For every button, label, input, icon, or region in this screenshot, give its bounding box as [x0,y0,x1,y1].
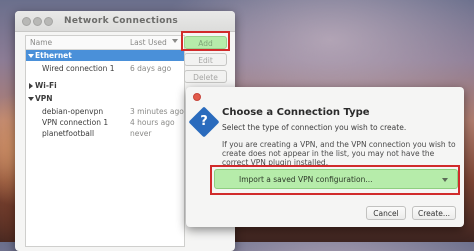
window-title: Network Connections [64,16,179,26]
nm-titlebar[interactable]: Network Connections [15,11,235,32]
dialog-body-text: If you are creating a VPN, and the VPN c… [222,140,456,167]
group-vpn[interactable]: VPN [26,93,184,104]
question-mark-glyph: ? [200,114,208,129]
list-header: Name Last Used [26,36,184,50]
close-dialog-icon[interactable] [193,93,201,101]
connection-last-used: 3 minutes ago [130,107,184,116]
cancel-button[interactable]: Cancel [366,206,406,220]
expanded-arrow-icon[interactable] [28,54,34,58]
sort-down-icon [172,39,178,43]
connection-last-used: 6 days ago [130,64,172,73]
connection-type-dialog: ? Choose a Connection Type Select the ty… [186,87,464,227]
list-item[interactable]: VPN connection 1 4 hours ago [26,117,184,128]
list-item[interactable]: planetfootball never [26,128,184,139]
connection-last-used: 4 hours ago [130,118,175,127]
connection-name: VPN connection 1 [42,118,109,127]
edit-button[interactable]: Edit [184,53,227,66]
connection-last-used: never [130,129,152,138]
select-highlight [210,165,460,195]
dialog-subtitle: Select the type of connection you wish t… [222,123,407,132]
group-label: VPN [35,94,53,103]
list-item[interactable]: debian-openvpn 3 minutes ago [26,106,184,117]
connection-name: Wired connection 1 [42,64,115,73]
group-label: Ethernet [35,51,72,60]
group-ethernet[interactable]: Ethernet [26,50,184,61]
connections-list[interactable]: Name Last Used Ethernet Wired connection… [25,35,185,247]
connection-name: debian-openvpn [42,107,104,116]
delete-button[interactable]: Delete [184,70,227,83]
dialog-title: Choose a Connection Type [222,107,370,118]
close-window-icon[interactable] [22,17,31,26]
list-item[interactable]: Wired connection 1 6 days ago [26,63,184,74]
collapsed-arrow-icon[interactable] [29,83,33,89]
minimize-window-icon[interactable] [33,17,42,26]
group-label: Wi-Fi [35,81,57,90]
connection-name: planetfootball [42,129,95,138]
add-button-highlight [181,31,230,51]
column-last-used[interactable]: Last Used [130,38,167,47]
maximize-window-icon[interactable] [44,17,53,26]
expanded-arrow-icon[interactable] [28,97,34,101]
create-button[interactable]: Create... [412,206,456,220]
column-name[interactable]: Name [30,38,52,47]
group-wifi[interactable]: Wi-Fi [26,80,184,91]
